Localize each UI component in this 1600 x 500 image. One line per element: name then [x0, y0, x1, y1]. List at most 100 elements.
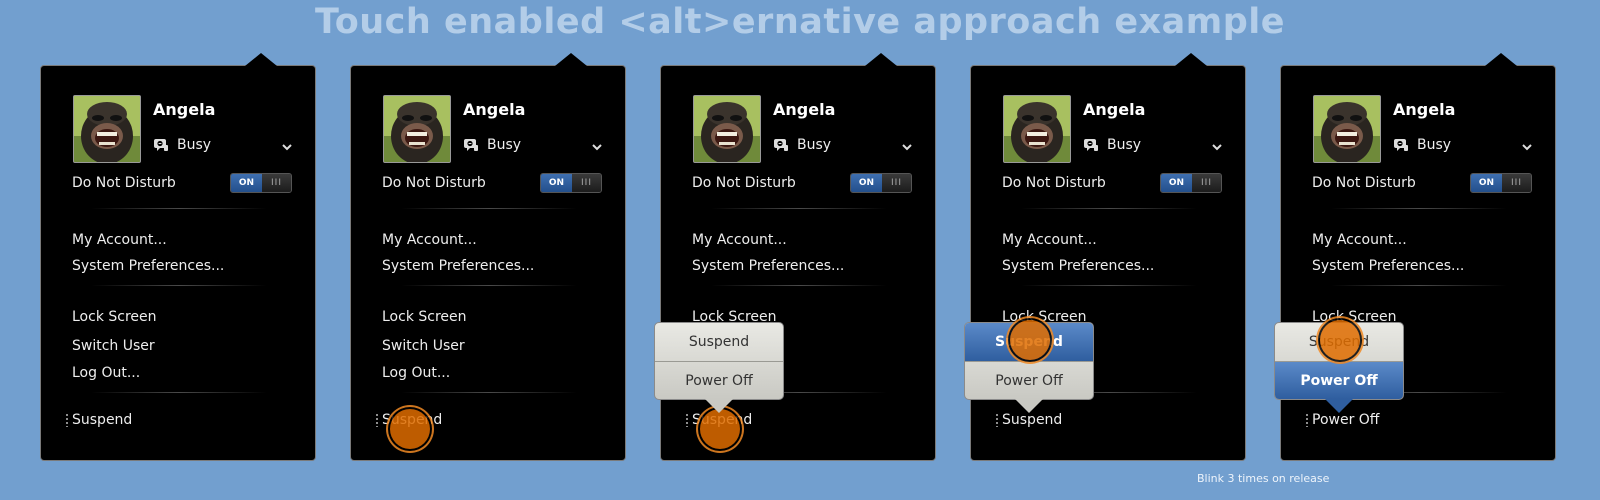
avatar [1313, 95, 1381, 163]
popup-option-power-off[interactable]: Power Off [1275, 361, 1403, 399]
separator [401, 392, 577, 393]
menu-item-system-preferences[interactable]: System Preferences... [692, 258, 844, 274]
avatar [1003, 95, 1071, 163]
menu-item-footer-action[interactable]: Power Off [1312, 412, 1379, 428]
dnd-toggle[interactable]: ON III [850, 173, 912, 193]
status-selector[interactable]: Busy [153, 136, 293, 156]
status-label: Busy [177, 137, 212, 153]
popup-pointer [705, 399, 733, 413]
separator [91, 392, 267, 393]
menu-item-my-account[interactable]: My Account... [692, 232, 787, 248]
menu-item-my-account[interactable]: My Account... [382, 232, 477, 248]
avatar [693, 95, 761, 163]
user-menu-panel: Angela Busy Do Not Disturb ON III My Acc… [660, 53, 936, 461]
chevron-down-icon [591, 138, 603, 151]
drag-handle-icon[interactable] [376, 413, 378, 427]
avatar [383, 95, 451, 163]
separator [1021, 285, 1197, 286]
separator [401, 285, 577, 286]
popup-pointer [1325, 399, 1353, 413]
toggle-on-label: ON [851, 174, 882, 192]
dnd-label: Do Not Disturb [692, 175, 796, 191]
menu-item-lock-screen[interactable]: Lock Screen [382, 309, 467, 325]
menu-item-lock-screen[interactable]: Lock Screen [72, 309, 157, 325]
menu-item-switch-user[interactable]: Switch User [72, 338, 155, 354]
popup-option-power-off[interactable]: Power Off [965, 361, 1093, 399]
menu-item-system-preferences[interactable]: System Preferences... [382, 258, 534, 274]
drag-handle-icon[interactable] [66, 413, 68, 427]
menu-item-my-account[interactable]: My Account... [1002, 232, 1097, 248]
dnd-label: Do Not Disturb [72, 175, 176, 191]
user-name: Angela [1083, 100, 1146, 119]
toggle-knob[interactable]: III [262, 174, 291, 192]
dnd-toggle[interactable]: ON III [1160, 173, 1222, 193]
toggle-knob[interactable]: III [572, 174, 601, 192]
dnd-label: Do Not Disturb [1312, 175, 1416, 191]
toggle-knob[interactable]: III [1502, 174, 1531, 192]
user-name: Angela [1393, 100, 1456, 119]
user-name: Angela [773, 100, 836, 119]
menu-item-log-out[interactable]: Log Out... [72, 365, 140, 381]
status-label: Busy [1107, 137, 1142, 153]
page-title: Touch enabled <alt>ernative approach exa… [314, 2, 1286, 42]
drag-handle-icon[interactable] [996, 413, 998, 427]
separator [711, 208, 887, 209]
menu-item-my-account[interactable]: My Account... [1312, 232, 1407, 248]
touch-point-indicator [390, 409, 430, 449]
popup-option-power-off[interactable]: Power Off [655, 361, 783, 399]
toggle-knob[interactable]: III [1192, 174, 1221, 192]
chevron-down-icon [1211, 138, 1223, 151]
touch-point-indicator [1010, 320, 1050, 360]
menu-item-switch-user[interactable]: Switch User [382, 338, 465, 354]
user-name: Angela [463, 100, 526, 119]
busy-chat-icon [153, 137, 169, 153]
separator [401, 208, 577, 209]
busy-chat-icon [1083, 137, 1099, 153]
toggle-on-label: ON [231, 174, 262, 192]
status-selector[interactable]: Busy [773, 136, 913, 156]
dnd-toggle[interactable]: ON III [540, 173, 602, 193]
user-name: Angela [153, 100, 216, 119]
chevron-down-icon [1521, 138, 1533, 151]
menu-item-system-preferences[interactable]: System Preferences... [1002, 258, 1154, 274]
touch-point-indicator [1320, 320, 1360, 360]
separator [1331, 208, 1507, 209]
user-menu-panel: Angela Busy Do Not Disturb ON III My Acc… [970, 53, 1246, 461]
panel-pointer [1175, 53, 1207, 66]
toggle-on-label: ON [1471, 174, 1502, 192]
chevron-down-icon [281, 138, 293, 151]
chevron-down-icon [901, 138, 913, 151]
drag-handle-icon[interactable] [1306, 413, 1308, 427]
menu-item-log-out[interactable]: Log Out... [382, 365, 450, 381]
busy-chat-icon [1393, 137, 1409, 153]
menu-item-my-account[interactable]: My Account... [72, 232, 167, 248]
user-menu-panel: Angela Busy Do Not Disturb ON III My Acc… [350, 53, 626, 461]
separator [91, 285, 267, 286]
drag-handle-icon[interactable] [686, 413, 688, 427]
separator [1331, 285, 1507, 286]
busy-chat-icon [463, 137, 479, 153]
separator [91, 208, 267, 209]
status-label: Busy [487, 137, 522, 153]
status-selector[interactable]: Busy [1083, 136, 1223, 156]
dnd-toggle[interactable]: ON III [1470, 173, 1532, 193]
blink-note: Blink 3 times on release [1197, 472, 1330, 485]
panel-pointer [865, 53, 897, 66]
status-selector[interactable]: Busy [463, 136, 603, 156]
toggle-knob[interactable]: III [882, 174, 911, 192]
popup-pointer [1015, 399, 1043, 413]
separator [1021, 208, 1197, 209]
popup-option-suspend[interactable]: Suspend [655, 323, 783, 361]
menu-item-system-preferences[interactable]: System Preferences... [72, 258, 224, 274]
dnd-label: Do Not Disturb [1002, 175, 1106, 191]
dnd-label: Do Not Disturb [382, 175, 486, 191]
toggle-on-label: ON [1161, 174, 1192, 192]
power-options-popup: SuspendPower Off [654, 322, 784, 413]
status-selector[interactable]: Busy [1393, 136, 1533, 156]
menu-item-footer-action[interactable]: Suspend [1002, 412, 1062, 428]
dnd-toggle[interactable]: ON III [230, 173, 292, 193]
menu-item-footer-action[interactable]: Suspend [72, 412, 132, 428]
user-menu-panel: Angela Busy Do Not Disturb ON III My Acc… [1280, 53, 1556, 461]
menu-item-system-preferences[interactable]: System Preferences... [1312, 258, 1464, 274]
status-label: Busy [1417, 137, 1452, 153]
